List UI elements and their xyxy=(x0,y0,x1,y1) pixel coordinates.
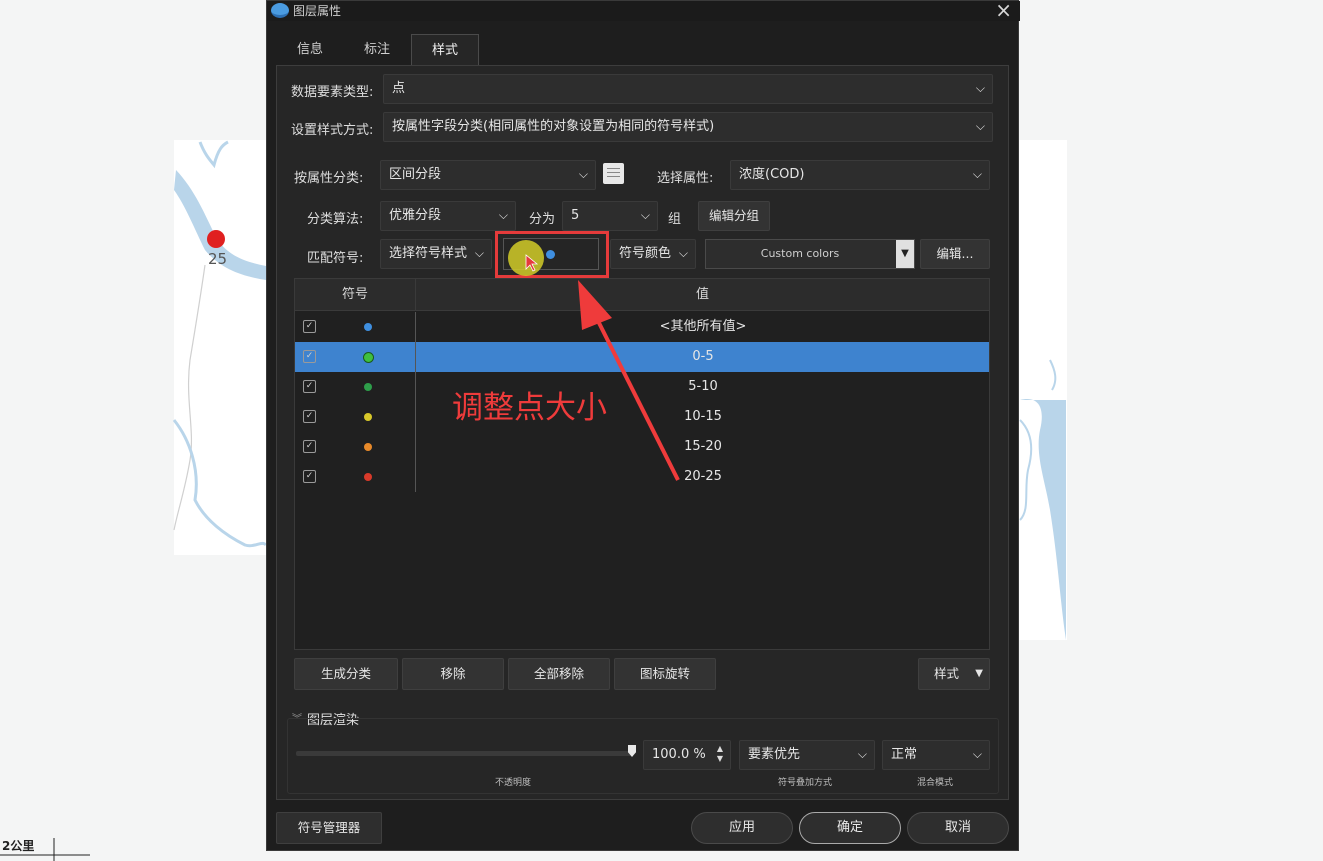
symbol-dot[interactable] xyxy=(362,351,374,363)
app-logo-icon xyxy=(271,3,289,18)
row-checkbox[interactable]: ✓ xyxy=(303,350,316,363)
symbol-dot[interactable] xyxy=(364,383,372,391)
tab-style[interactable]: 样式 xyxy=(411,34,479,66)
style-menu-label: 样式 xyxy=(934,666,960,681)
symbol-dot[interactable] xyxy=(364,413,372,421)
chevron-down-icon: ⌵ xyxy=(474,246,484,260)
chevron-down-icon: ⌵ xyxy=(578,167,588,181)
symbol-color-value: 符号颜色 xyxy=(619,246,672,261)
chevron-down-icon: ⌵ xyxy=(498,208,508,222)
style-menu-button[interactable]: 样式 ▼ xyxy=(918,658,990,690)
select-attr-select[interactable]: 浓度(COD) ⌵ xyxy=(730,160,990,190)
column-divider xyxy=(415,342,416,372)
map-point-marker[interactable] xyxy=(207,230,225,248)
blend-mode-value: 正常 xyxy=(891,747,918,762)
column-divider xyxy=(415,432,416,462)
symbol-dot[interactable] xyxy=(364,473,372,481)
split-label: 分为 xyxy=(529,212,556,227)
select-attr-value: 浓度(COD) xyxy=(739,167,805,182)
dialog-title: 图层属性 xyxy=(293,4,342,18)
feature-type-label: 数据要素类型: xyxy=(291,85,374,100)
style-mode-label: 设置样式方式: xyxy=(291,123,374,138)
column-divider xyxy=(415,402,416,432)
symbol-dot[interactable] xyxy=(364,443,372,451)
classify-by-label: 按属性分类: xyxy=(294,171,364,186)
algorithm-label: 分类算法: xyxy=(307,212,364,227)
icon-rotate-button[interactable]: 图标旋转 xyxy=(614,658,716,690)
opacity-spinbox[interactable]: 100.0 % ▲ ▼ xyxy=(643,740,731,770)
tab-bar: 信息 标注 样式 xyxy=(277,34,1010,66)
column-symbol[interactable]: 符号 xyxy=(295,279,415,311)
remove-button[interactable]: 移除 xyxy=(402,658,504,690)
color-ramp-select[interactable]: Custom colors ▼ xyxy=(705,239,915,269)
dialog-titlebar[interactable]: 图层属性 × xyxy=(267,0,1020,22)
cancel-button[interactable]: 取消 xyxy=(907,812,1009,844)
match-symbol-label: 匹配符号: xyxy=(307,251,364,266)
close-icon[interactable]: × xyxy=(995,0,1012,22)
annotation-arrow xyxy=(578,280,680,481)
symbol-order-value: 要素优先 xyxy=(748,747,801,762)
classify-by-value: 区间分段 xyxy=(389,167,442,182)
style-mode-value: 按属性字段分类(相同属性的对象设置为相同的符号样式) xyxy=(392,119,715,134)
row-checkbox[interactable]: ✓ xyxy=(303,440,316,453)
row-checkbox[interactable]: ✓ xyxy=(303,320,316,333)
row-value: 0-5 xyxy=(692,349,714,364)
symbol-order-select[interactable]: 要素优先 ⌵ xyxy=(739,740,875,770)
row-value: 20-25 xyxy=(684,469,722,484)
generate-classes-button[interactable]: 生成分类 xyxy=(294,658,398,690)
tab-label[interactable]: 标注 xyxy=(343,34,411,66)
caret-down-icon: ▼ xyxy=(975,668,983,679)
style-mode-select[interactable]: 按属性字段分类(相同属性的对象设置为相同的符号样式) ⌵ xyxy=(383,112,993,142)
row-checkbox[interactable]: ✓ xyxy=(303,380,316,393)
symbol-dot[interactable] xyxy=(364,323,372,331)
chevron-down-icon: ⌵ xyxy=(972,167,982,181)
tab-info[interactable]: 信息 xyxy=(277,34,343,66)
map-point-label: 25 xyxy=(208,250,228,268)
group-unit-label: 组 xyxy=(668,212,682,227)
chevron-down-icon: ⌵ xyxy=(975,81,985,95)
spin-arrows-icon[interactable]: ▲ ▼ xyxy=(717,744,723,764)
map-scale-label: 2公里 xyxy=(2,839,35,853)
symbol-style-select[interactable]: 选择符号样式 ⌵ xyxy=(380,239,492,269)
select-attr-label: 选择属性: xyxy=(657,171,714,186)
blend-mode-select[interactable]: 正常 ⌵ xyxy=(882,740,990,770)
row-value: <其他所有值> xyxy=(659,319,747,334)
mouse-cursor-icon xyxy=(525,254,539,272)
algorithm-value: 优雅分段 xyxy=(389,208,442,223)
apply-button[interactable]: 应用 xyxy=(691,812,793,844)
edit-colors-button[interactable]: 编辑... xyxy=(920,239,990,269)
row-checkbox[interactable]: ✓ xyxy=(303,470,316,483)
chevron-down-icon: ⌵ xyxy=(972,747,982,761)
symbol-order-caption: 符号叠加方式 xyxy=(778,778,833,788)
symbol-manager-button[interactable]: 符号管理器 xyxy=(276,812,382,844)
color-ramp-dropdown-button[interactable]: ▼ xyxy=(896,240,914,268)
table-icon[interactable] xyxy=(603,163,624,184)
row-checkbox[interactable]: ✓ xyxy=(303,410,316,423)
opacity-value: 100.0 % xyxy=(652,747,706,762)
symbol-color-select[interactable]: 符号颜色 ⌵ xyxy=(610,239,696,269)
edit-group-button[interactable]: 编辑分组 xyxy=(698,201,770,231)
ok-button[interactable]: 确定 xyxy=(799,812,901,844)
chevron-down-icon: ⌵ xyxy=(678,246,688,260)
split-count-value: 5 xyxy=(571,208,580,223)
split-count-select[interactable]: 5 ⌵ xyxy=(562,201,658,231)
chevron-down-icon: ⌵ xyxy=(857,747,867,761)
feature-type-select[interactable]: 点 ⌵ xyxy=(383,74,993,104)
column-divider xyxy=(415,462,416,492)
column-value[interactable]: 值 xyxy=(416,279,989,311)
column-divider xyxy=(415,372,416,402)
opacity-slider-track[interactable] xyxy=(296,751,632,756)
classify-by-select[interactable]: 区间分段 ⌵ xyxy=(380,160,596,190)
opacity-caption: 不透明度 xyxy=(495,778,532,788)
column-divider xyxy=(415,312,416,342)
remove-all-button[interactable]: 全部移除 xyxy=(508,658,610,690)
blend-mode-caption: 混合模式 xyxy=(917,778,954,788)
chevron-down-icon: ⌵ xyxy=(975,119,985,133)
color-ramp-value: Custom colors xyxy=(760,247,840,260)
feature-type-value: 点 xyxy=(392,81,406,96)
chevron-down-icon: ⌵ xyxy=(640,208,650,222)
algorithm-select[interactable]: 优雅分段 ⌵ xyxy=(380,201,516,231)
symbol-style-value: 选择符号样式 xyxy=(389,246,468,261)
row-value: 15-20 xyxy=(684,439,722,454)
